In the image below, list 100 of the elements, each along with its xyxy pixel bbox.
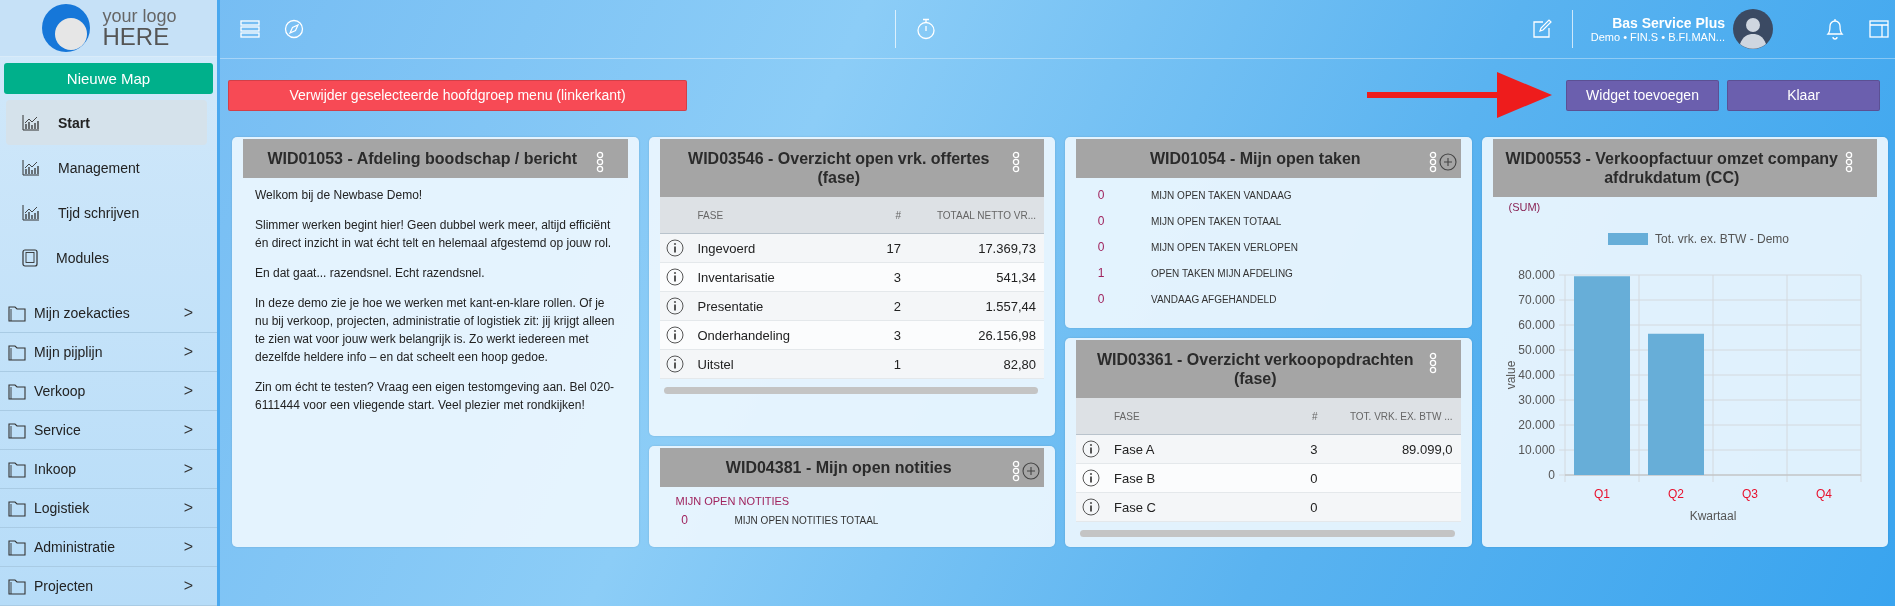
y-tick-label: 30.000: [1517, 393, 1555, 408]
widget-title: WID03361 - Overzicht verkoopopdrachten (fase): [1096, 349, 1415, 388]
folder-icon: [8, 538, 26, 556]
table-cell: 17.369,73: [978, 240, 1036, 256]
info-icon[interactable]: [1082, 498, 1100, 516]
message-paragraph: Slimmer werken begint hier! Geen dubbel werk meer, altijd efficiënt én direct inzicht in wat écht telt en helemaal afgestemd op jouw rol.: [255, 217, 613, 253]
info-icon[interactable]: [1082, 440, 1100, 458]
y-tick-label: 40.000: [1517, 368, 1555, 383]
folder-icon: [8, 421, 26, 439]
table-cell-text: 17: [885, 240, 902, 256]
x-tick-label: Q2: [1667, 487, 1684, 502]
folder-icon: [8, 460, 26, 478]
table-cell-text: Onderhandeling: [696, 327, 792, 343]
add-icon[interactable]: [1438, 153, 1457, 171]
add-widget-button[interactable]: Widget toevoegen: [1566, 79, 1719, 111]
counter-value: 1: [1096, 266, 1106, 281]
counter-label: OPEN TAKEN MIJN AFDELING: [1150, 267, 1293, 279]
folder-menu-item[interactable]: Verkoop >: [0, 372, 217, 411]
table-cell-text: Fase A: [1113, 441, 1156, 457]
bell-icon[interactable]: [1825, 18, 1845, 40]
column-header: #: [1310, 410, 1319, 422]
table-cell-text: 2: [892, 298, 902, 314]
info-icon[interactable]: [665, 326, 684, 345]
info-icon[interactable]: [665, 239, 684, 258]
done-button[interactable]: Klaar: [1727, 79, 1880, 111]
folder-menu-item[interactable]: Inkoop >: [0, 450, 217, 489]
counter-label: VANDAAG AFGEHANDELD: [1150, 293, 1277, 305]
list-icon[interactable]: [240, 20, 260, 38]
info-icon[interactable]: [1082, 469, 1100, 487]
widget-title: WID00553 - Verkoopfactuur omzet company afdrukdatum (CC): [1504, 149, 1839, 188]
table-cell-text: 3: [892, 269, 902, 285]
counter-value: 0: [1096, 240, 1106, 255]
kebab-menu-icon[interactable]: [595, 151, 604, 173]
compass-icon[interactable]: [284, 19, 304, 39]
kebab-menu-icon[interactable]: [1012, 151, 1020, 173]
column-header: #: [894, 209, 902, 221]
user-name: Bas Service Plus: [1612, 15, 1725, 31]
bar-chart-icon: [22, 114, 40, 131]
info-icon[interactable]: [665, 268, 684, 287]
counter-label: MIJN OPEN NOTITIES TOTAAL: [733, 514, 879, 526]
kebab-menu-icon[interactable]: [1012, 459, 1020, 482]
folder-menu-item[interactable]: Projecten >: [0, 567, 217, 606]
scrollbar[interactable]: [1080, 530, 1455, 537]
y-axis-title: value: [1503, 361, 1518, 390]
widget-subtitle: MIJN OPEN NOTITIES: [674, 495, 791, 507]
message-paragraph: Welkom bij de Newbase Demo!: [255, 187, 424, 205]
widget-title: WID01053 - Afdeling boodschap / bericht: [267, 149, 578, 169]
x-tick-label: Q3: [1741, 487, 1758, 502]
y-tick-label: 20.000: [1517, 418, 1555, 433]
legend-label: Tot. vrk. ex. BTW - Demo: [1654, 232, 1789, 247]
chart-legend: Tot. vrk. ex. BTW - Demo: [1607, 232, 1789, 247]
folder-menu-item[interactable]: Administratie >: [0, 528, 217, 567]
info-icon[interactable]: [665, 355, 684, 374]
widget-title: WID04381 - Mijn open notities: [725, 457, 952, 477]
stopwatch-icon[interactable]: [916, 18, 937, 40]
counter-label: MIJN OPEN TAKEN VANDAAG: [1150, 189, 1292, 201]
counter-value: 0: [1096, 214, 1106, 229]
table-cell: 89.099,0: [1401, 441, 1453, 457]
table-cell-text: 0: [1309, 499, 1319, 515]
add-icon[interactable]: [1022, 461, 1040, 480]
counter-value: 0: [1096, 292, 1106, 307]
nav-item[interactable]: Tijd schrijven: [6, 190, 207, 235]
y-tick-label: 50.000: [1517, 343, 1555, 358]
counter-value: 0: [680, 513, 689, 527]
table-cell-text: Presentatie: [696, 298, 765, 314]
tablet-icon: [22, 248, 38, 267]
table-cell-text: 1: [892, 356, 902, 372]
info-icon[interactable]: [665, 297, 684, 316]
table-cell: 82,80: [1003, 356, 1036, 372]
y-tick-label: 60.000: [1517, 318, 1555, 333]
widget-title: WID01054 - Mijn open taken: [1149, 149, 1361, 169]
message-paragraph: In deze demo zie je hoe we werken met kant-en-klare rollen. Of je nu bij verkoop, projecten, administratie of logistiek zit: jij krijgt alleen te zien wat voor jouw werk belangrijk is. Zo werkt iedereen met dezelfde heldere info – en dat scheelt een hoop gedoe.: [255, 295, 616, 367]
folder-menu-item[interactable]: Mijn zoekacties >: [0, 294, 217, 333]
nav-item[interactable]: Management: [6, 145, 207, 190]
folder-icon: [8, 577, 26, 595]
chart-subtitle: (SUM): [1507, 201, 1542, 214]
folder-menu-item[interactable]: Service >: [0, 411, 217, 450]
counter-value: 0: [1096, 188, 1106, 203]
avatar[interactable]: [1733, 9, 1773, 49]
folder-menu-item[interactable]: Logistiek >: [0, 489, 217, 528]
message-paragraph: En dat gaat... razendsnel. Echt razendsnel.: [255, 265, 486, 283]
bar-chart-icon: [22, 159, 40, 176]
scrollbar[interactable]: [663, 387, 1038, 395]
nav-item[interactable]: Start: [6, 100, 207, 145]
folder-icon: [8, 304, 26, 322]
side-panel-icon[interactable]: [1869, 20, 1889, 38]
widget-title: WID03546 - Overzicht open vrk. offertes (fase): [687, 149, 991, 188]
kebab-menu-icon[interactable]: [1428, 351, 1437, 374]
counter-label: MIJN OPEN TAKEN TOTAAL: [1150, 215, 1282, 227]
table-cell: 26.156,98: [978, 327, 1036, 343]
kebab-menu-icon[interactable]: [1428, 151, 1437, 173]
y-tick-label: 10.000: [1517, 443, 1555, 458]
folder-menu-item[interactable]: Mijn pijplijn >: [0, 333, 217, 372]
edit-icon[interactable]: [1531, 19, 1552, 39]
counter-label: MIJN OPEN TAKEN VERLOPEN: [1150, 241, 1298, 253]
kebab-menu-icon[interactable]: [1845, 151, 1853, 173]
column-header: TOT. VRK. EX. BTW ...: [1348, 410, 1454, 422]
table-cell-text: Uitstel: [696, 356, 735, 372]
nav-item[interactable]: Modules: [6, 235, 207, 280]
table-cell-text: Inventarisatie: [696, 269, 776, 285]
